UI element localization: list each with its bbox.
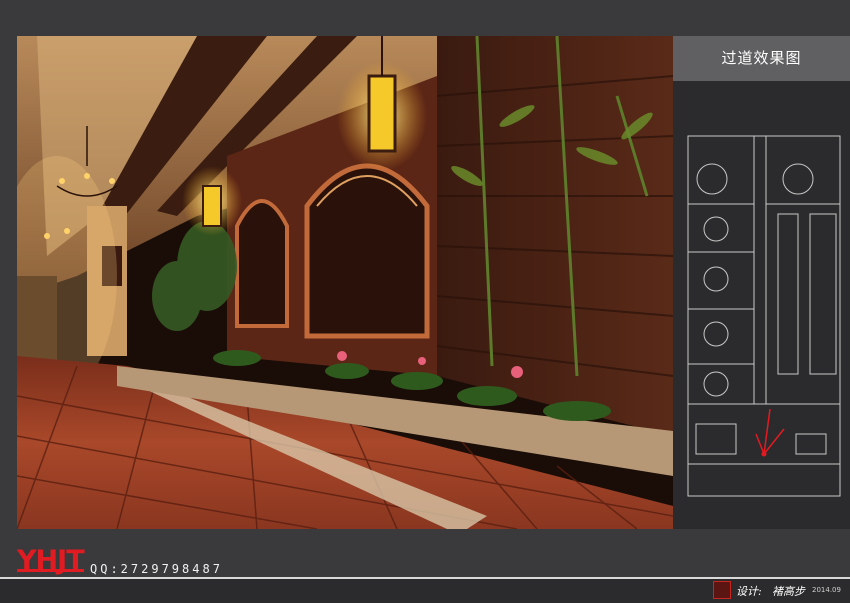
designer-signature: 褚高步: [772, 585, 805, 598]
side-panel: 过道效果图: [673, 36, 850, 529]
view-title: 过道效果图: [673, 36, 850, 81]
corridor-rendering: [17, 36, 673, 529]
seal-stamp-icon: [713, 581, 731, 599]
brand-underline: [17, 569, 84, 572]
floor-plan: [686, 134, 842, 500]
qq-contact: QQ:2729798487: [90, 562, 223, 576]
designer-label: 设计:: [736, 585, 762, 598]
floor-plan-drawing: [687, 135, 841, 497]
date-stamp: 2014.09: [812, 586, 841, 594]
corridor-render-image: [17, 36, 673, 529]
brand-logo: YHJT: [17, 547, 85, 574]
